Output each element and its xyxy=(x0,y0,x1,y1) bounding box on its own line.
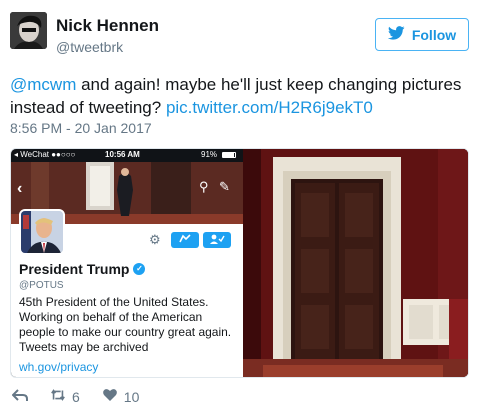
tweet-card: Nick Hennen @tweetbrk Follow @mcwm and a… xyxy=(0,0,491,417)
verified-badge-icon: ✓ xyxy=(133,263,146,275)
author-handle[interactable]: @tweetbrk xyxy=(56,39,123,55)
compose-icon: ✎ xyxy=(219,179,230,194)
tweet-timestamp[interactable]: 8:56 PM - 20 Jan 2017 xyxy=(10,120,152,136)
gear-icon: ⚙ xyxy=(149,232,161,247)
retweet-button[interactable]: 6 xyxy=(50,388,80,405)
like-count: 10 xyxy=(123,388,140,405)
reply-icon xyxy=(11,388,28,405)
follow-button[interactable]: Follow xyxy=(375,18,469,51)
reply-button[interactable] xyxy=(11,388,28,405)
tweet-actions: 6 10 xyxy=(11,388,161,405)
retweet-icon xyxy=(50,388,66,405)
follow-button-label: Follow xyxy=(411,26,457,43)
heart-icon xyxy=(102,388,118,405)
back-arrow-icon: ‹ xyxy=(17,180,23,197)
tweet-link[interactable]: pic.twitter.com/H2R6j9ekT0 xyxy=(166,98,373,117)
profile-handle: @POTUS xyxy=(19,280,64,291)
profile-name: President Trump ✓ xyxy=(19,261,146,277)
tweet-text: @mcwm and again! maybe he'll just keep c… xyxy=(10,73,480,119)
tweet-media[interactable]: ◂ WeChat ●●○○○ 10:56 AM 91% ‹ ⚲ ✎ ⚙ Pres… xyxy=(10,148,469,378)
profile-bio: 45th President of the United States. Wor… xyxy=(19,295,232,354)
room-photo xyxy=(243,149,468,377)
like-button[interactable]: 10 xyxy=(102,388,140,405)
profile-name-text: President Trump xyxy=(19,261,130,277)
author-name[interactable]: Nick Hennen xyxy=(56,16,159,36)
following-button xyxy=(203,232,231,248)
battery-icon xyxy=(222,152,236,158)
status-time: 10:56 AM xyxy=(105,150,140,159)
profile-screenshot: ◂ WeChat ●●○○○ 10:56 AM 91% ‹ ⚲ ✎ ⚙ Pres… xyxy=(11,149,243,377)
retweet-count: 6 xyxy=(72,388,80,405)
profile-avatar xyxy=(19,209,65,255)
twitter-bird-icon xyxy=(387,26,405,43)
status-battery: 91% xyxy=(201,150,218,159)
notifications-button xyxy=(171,232,199,248)
tweet-mention[interactable]: @mcwm xyxy=(10,75,76,94)
status-carrier: ◂ WeChat ●●○○○ xyxy=(14,150,76,159)
phone-status-bar: ◂ WeChat ●●○○○ 10:56 AM 91% xyxy=(11,149,243,162)
profile-url: wh.gov/privacy xyxy=(19,360,99,374)
search-icon: ⚲ xyxy=(199,179,209,194)
author-avatar[interactable] xyxy=(10,12,47,49)
